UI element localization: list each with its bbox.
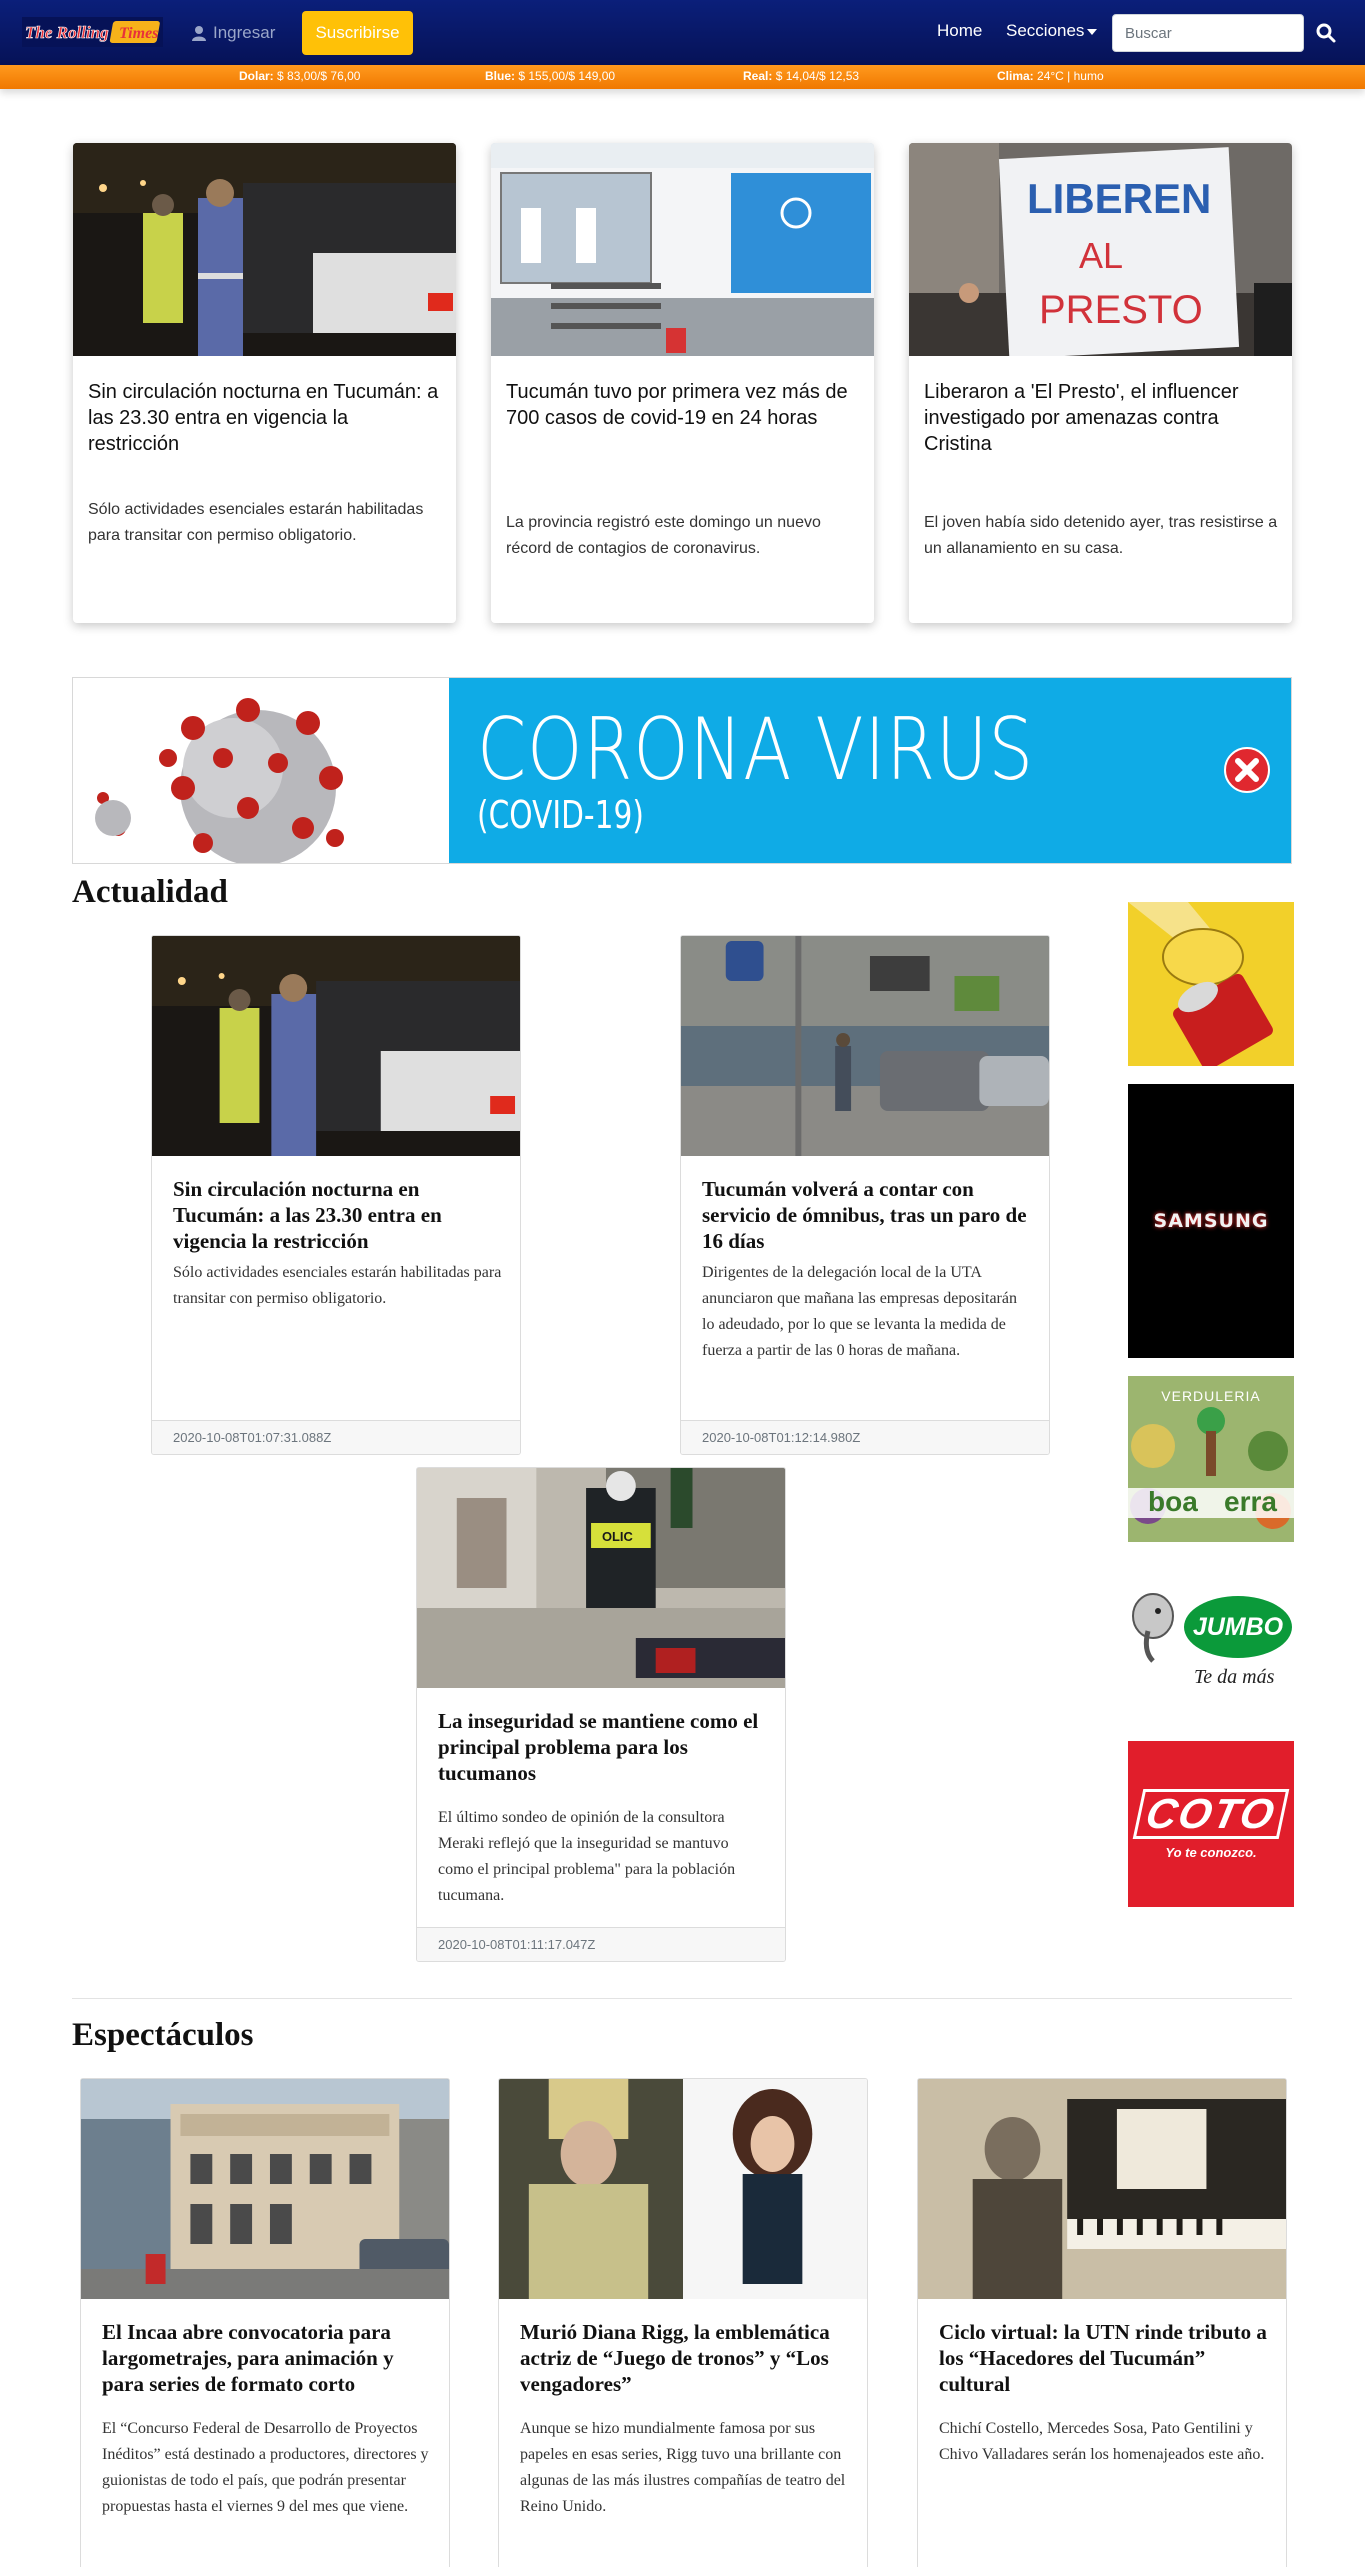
ad-samsung-text: SAMSUNG <box>1153 1210 1269 1232</box>
news-timestamp: 2020-10-08T01:11:17.047Z <box>417 1927 785 1961</box>
ad-verduleria[interactable]: VERDULERIA boa erra <box>1128 1376 1294 1542</box>
nav-sections-label: Secciones <box>1006 21 1085 40</box>
ticker-real: Real: $ 14,04/$ 12,53 <box>743 69 860 83</box>
sign-text-2: AL <box>1079 235 1123 276</box>
news-title[interactable]: El Incaa abre convocatoria para largomet… <box>102 2319 432 2397</box>
ticker-clima: Clima: 24°C | humo <box>997 69 1104 83</box>
ad-jumbo-logo: JUMBO <box>1192 1612 1284 1641</box>
ticker-blue: Blue: $ 155,00/$ 149,00 <box>485 69 616 83</box>
featured-title[interactable]: Tucumán tuvo por primera vez más de 700 … <box>506 379 861 431</box>
ad-coto-tagline: Yo te conozco. <box>1165 1845 1257 1860</box>
top-navbar: The Rolling Times Ingresar Suscribirse H… <box>0 0 1365 65</box>
close-icon[interactable] <box>1223 746 1271 794</box>
news-summary: Dirigentes de la delegación local de la … <box>702 1264 1017 1359</box>
ad-samsung[interactable]: SAMSUNG <box>1128 1084 1294 1358</box>
site-logo[interactable]: The Rolling Times <box>22 17 163 47</box>
ad-verduleria-name-1: boa <box>1148 1486 1198 1517</box>
news-card[interactable]: Tucumán volverá a contar con servicio de… <box>680 935 1050 1455</box>
news-timestamp: 2020-10-08T01:07:31.088Z <box>152 1420 520 1454</box>
news-title[interactable]: Tucumán volverá a contar con servicio de… <box>702 1176 1032 1254</box>
nav-sections-dropdown[interactable]: Secciones <box>1006 21 1098 41</box>
news-image-street-bus-stop <box>681 936 1049 1156</box>
news-title[interactable]: La inseguridad se mantiene como el princ… <box>438 1708 768 1786</box>
news-card[interactable]: Murió Diana Rigg, la emblemática actriz … <box>498 2078 868 2567</box>
caret-down-icon <box>1087 29 1098 35</box>
news-timestamp: 2020-10-08T01:12:14.980Z <box>681 1420 1049 1454</box>
featured-image-night-checkpoint <box>73 143 456 356</box>
section-title-actualidad: Actualidad <box>72 874 228 910</box>
ad-coto[interactable]: COTO Yo te conozco. <box>1128 1741 1294 1907</box>
news-card[interactable]: Sin circulación nocturna en Tucumán: a l… <box>151 935 521 1455</box>
featured-title[interactable]: Sin circulación nocturna en Tucumán: a l… <box>88 379 443 457</box>
featured-summary: El joven había sido detenido ayer, tras … <box>924 514 1278 557</box>
featured-summary: Sólo actividades esenciales estarán habi… <box>88 501 424 544</box>
section-divider <box>72 1998 1292 1999</box>
ticker-dolar: Dolar: $ 83,00/$ 76,00 <box>239 69 361 83</box>
ad-verduleria-name-2: erra <box>1224 1486 1277 1517</box>
news-image-incaa-building <box>81 2079 449 2299</box>
news-image-night-checkpoint <box>152 936 520 1156</box>
police-vest-text: OLIC <box>602 1529 633 1544</box>
news-card[interactable]: OLIC La inseguridad se mantiene como el … <box>416 1467 786 1962</box>
news-card[interactable]: El Incaa abre convocatoria para largomet… <box>80 2078 450 2567</box>
banner-subtitle: (COVID-19) <box>477 793 644 837</box>
ad-coin-can[interactable] <box>1128 902 1294 1066</box>
virus-illustration <box>73 678 449 863</box>
featured-title[interactable]: Liberaron a 'El Presto', el influencer i… <box>924 379 1279 457</box>
featured-card[interactable]: Sin circulación nocturna en Tucumán: a l… <box>73 143 456 623</box>
news-image-piano-player <box>918 2079 1286 2299</box>
ad-verduleria-label: VERDULERIA <box>1161 1388 1261 1404</box>
ad-jumbo-tagline: Te da más <box>1194 1666 1275 1688</box>
coronavirus-banner[interactable]: CORONA VIRUS (COVID-19) <box>72 677 1292 864</box>
news-card[interactable]: Ciclo virtual: la UTN rinde tributo a lo… <box>917 2078 1287 2567</box>
news-image-police-arrest: OLIC <box>417 1468 785 1688</box>
user-icon <box>192 26 206 41</box>
search-icon[interactable] <box>1314 21 1338 45</box>
featured-image-testing-trailer <box>491 143 874 356</box>
login-label: Ingresar <box>213 23 276 42</box>
news-summary: Aunque se hizo mundialmente famosa por s… <box>520 2420 846 2515</box>
news-title[interactable]: Ciclo virtual: la UTN rinde tributo a lo… <box>939 2319 1269 2397</box>
search-input[interactable] <box>1112 14 1304 52</box>
news-summary: El último sondeo de opinión de la consul… <box>438 1809 736 1904</box>
banner-blue-panel: CORONA VIRUS (COVID-19) <box>449 678 1291 863</box>
logo-text-2: Times <box>119 25 158 42</box>
elephant-mascot-icon <box>1132 1593 1174 1663</box>
news-title[interactable]: Sin circulación nocturna en Tucumán: a l… <box>173 1176 503 1254</box>
news-summary: Sólo actividades esenciales estarán habi… <box>173 1264 502 1307</box>
featured-summary: La provincia registró este domingo un nu… <box>506 514 821 557</box>
sign-text-1: LIBEREN <box>1027 175 1211 222</box>
news-summary: El “Concurso Federal de Desarrollo de Pr… <box>102 2420 429 2515</box>
news-summary: Chichí Costello, Mercedes Sosa, Pato Gen… <box>939 2420 1265 2463</box>
nav-home-link[interactable]: Home <box>937 21 982 41</box>
currency-weather-ticker: Dolar: $ 83,00/$ 76,00 Blue: $ 155,00/$ … <box>0 65 1365 89</box>
ad-coto-logo: COTO <box>1141 1790 1281 1837</box>
login-link[interactable]: Ingresar <box>191 20 275 46</box>
logo-text-1: The Rolling <box>25 23 109 42</box>
sign-text-3: PRESTO <box>1039 288 1203 332</box>
news-image-diana-rigg <box>499 2079 867 2299</box>
featured-card[interactable]: Tucumán tuvo por primera vez más de 700 … <box>491 143 874 623</box>
ad-jumbo[interactable]: JUMBO Te da más <box>1128 1576 1294 1716</box>
subscribe-button[interactable]: Suscribirse <box>302 11 413 55</box>
featured-card[interactable]: LIBEREN AL PRESTO Liberaron a 'El Presto… <box>909 143 1292 623</box>
featured-image-protest-sign: LIBEREN AL PRESTO <box>909 143 1292 359</box>
banner-title: CORONA VIRUS <box>477 700 1034 800</box>
section-title-espectaculos: Espectáculos <box>72 2017 254 2053</box>
news-title[interactable]: Murió Diana Rigg, la emblemática actriz … <box>520 2319 850 2397</box>
